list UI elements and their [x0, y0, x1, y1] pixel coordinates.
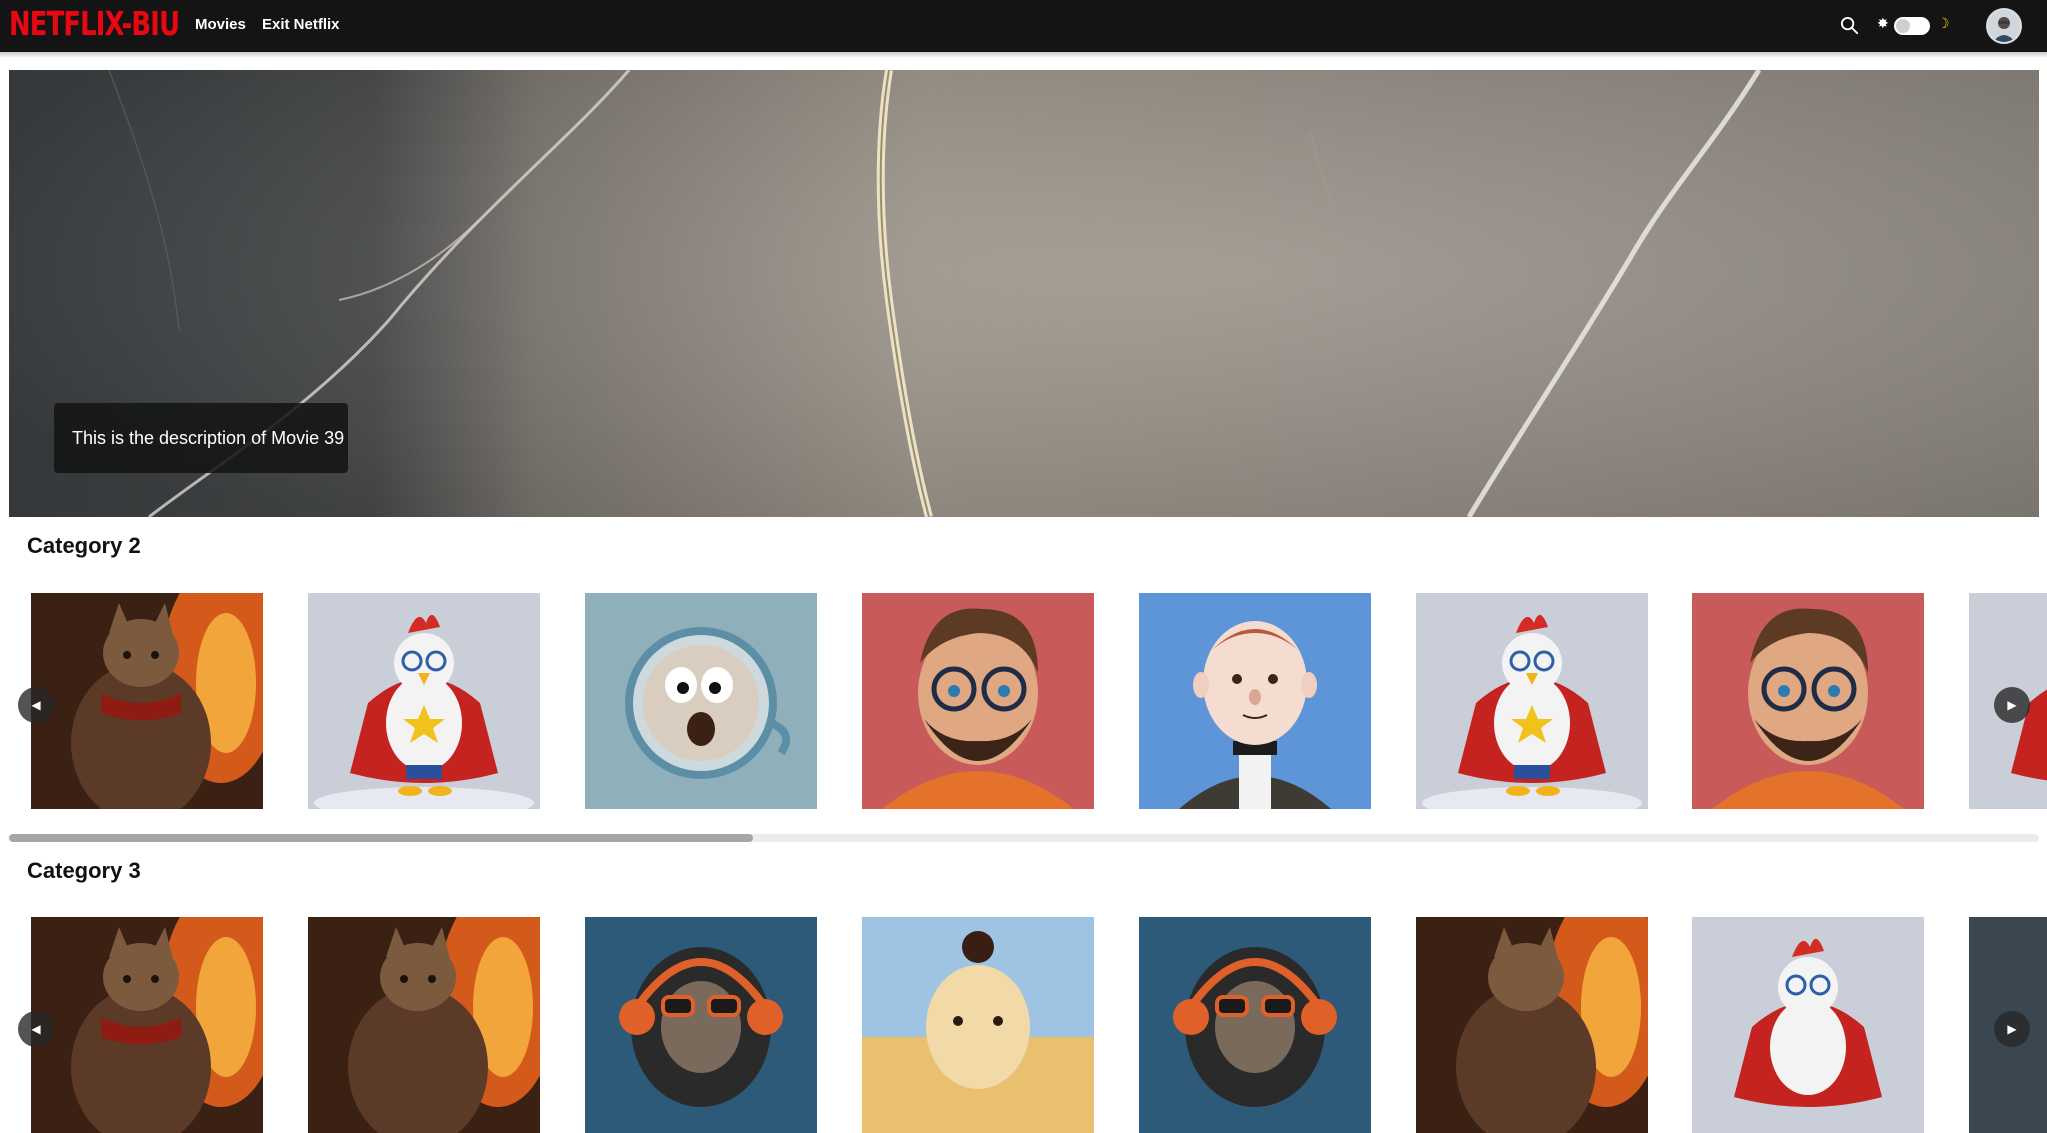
movie-card-bearded-man[interactable] [862, 593, 1094, 809]
movie-card-monkey-headphones[interactable] [585, 917, 817, 1133]
nav-link-exit-netflix[interactable]: Exit Netflix [262, 16, 340, 33]
horizontal-scrollbar[interactable] [9, 834, 2039, 842]
movie-card-rooster-superhero[interactable] [308, 593, 540, 809]
category-title: Category 2 [27, 533, 141, 558]
movie-card-bearded-man[interactable] [1692, 593, 1924, 809]
category-2-row: ◀ ▶ [0, 593, 2047, 809]
hero-banner[interactable]: This is the description of Movie 39 [9, 70, 2039, 517]
nav-shadow [0, 52, 2047, 58]
movie-card-cat-samurai[interactable] [31, 593, 263, 809]
toggle-knob [1896, 19, 1910, 33]
scrollbar-thumb[interactable] [9, 834, 753, 842]
user-avatar[interactable] [1986, 8, 2022, 44]
movie-card-coffee-face[interactable] [585, 593, 817, 809]
category-title: Category 3 [27, 858, 141, 883]
carousel-next-button[interactable]: ▶ [1994, 687, 2030, 723]
nav-link-movies[interactable]: Movies [195, 16, 246, 33]
top-nav: NETFLIX-BIU Movies Exit Netflix ✸ ☽ [0, 0, 2047, 52]
movie-card-rooster-superhero[interactable] [1416, 593, 1648, 809]
carousel-prev-button[interactable]: ◀ [18, 687, 54, 723]
movie-card-rooster-superhero[interactable] [1692, 917, 1924, 1133]
hero-description: This is the description of Movie 39 [54, 403, 348, 473]
arrow-right-icon: ▶ [2007, 698, 2017, 712]
moon-icon: ☽ [1937, 15, 1950, 31]
movie-card-bald-cartoon-man[interactable] [1139, 593, 1371, 809]
movie-card-cat-samurai[interactable] [1416, 917, 1648, 1133]
movie-card-topknot-man[interactable] [862, 917, 1094, 1133]
arrow-left-icon: ◀ [31, 698, 41, 712]
search-icon[interactable] [1840, 16, 1859, 35]
arrow-left-icon: ◀ [31, 1022, 41, 1036]
netflix-biu-logo[interactable]: NETFLIX-BIU [9, 4, 180, 43]
movie-card-cat-samurai[interactable] [31, 917, 263, 1133]
arrow-right-icon: ▶ [2007, 1022, 2017, 1036]
sun-icon: ✸ [1877, 15, 1889, 31]
theme-toggle[interactable] [1894, 17, 1930, 35]
carousel-prev-button[interactable]: ◀ [18, 1011, 54, 1047]
carousel-next-button[interactable]: ▶ [1994, 1011, 2030, 1047]
movie-card-monkey-headphones[interactable] [1139, 917, 1371, 1133]
category-3-row: ◀ ▶ [0, 917, 2047, 1133]
movie-card-cat-samurai[interactable] [308, 917, 540, 1133]
